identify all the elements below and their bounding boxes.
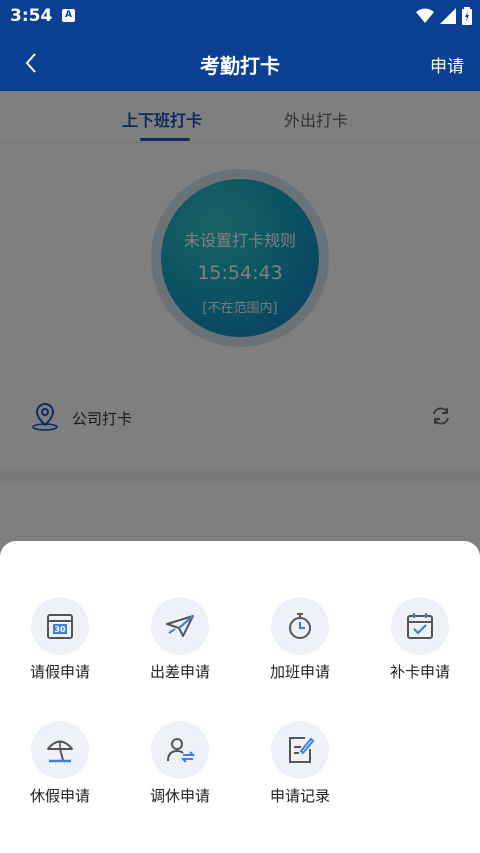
menu-item-compensatory-leave[interactable]: 调休申请 [120, 721, 240, 821]
menu-icon-circle: 30 [31, 597, 89, 655]
apply-button[interactable]: 申请 [430, 52, 464, 77]
menu-item-makeup-punch[interactable]: 补卡申请 [360, 597, 480, 697]
beach-umbrella-icon [47, 740, 73, 763]
menu-label: 调休申请 [149, 787, 210, 805]
menu-label: 出差申请 [149, 663, 210, 681]
signal-icon [440, 8, 456, 24]
user-swap-icon [167, 738, 195, 763]
menu-item-business-trip[interactable]: 出差申请 [120, 597, 240, 697]
stopwatch-icon [289, 613, 311, 639]
svg-text:30: 30 [54, 625, 66, 634]
status-icons [416, 7, 472, 25]
menu-label: 休假申请 [29, 787, 90, 805]
apply-menu-sheet: 30 请假申请 出差申请 加班申请 补卡申请 休假申请 调休申请 申请记录 [0, 541, 480, 853]
menu-icon-circle [271, 721, 329, 779]
menu-item-overtime[interactable]: 加班申请 [240, 597, 360, 697]
app-bar: 考勤打卡 申请 [0, 34, 480, 91]
status-time: 3:54 [10, 6, 53, 26]
status-bar: 3:54 A [0, 0, 480, 34]
menu-icon-circle [151, 721, 209, 779]
calendar-30-icon: 30 [47, 614, 73, 639]
menu-item-apply-records[interactable]: 申请记录 [240, 721, 360, 821]
menu-item-leave[interactable]: 30 请假申请 [0, 597, 120, 697]
document-edit-icon [289, 737, 315, 763]
menu-icon-circle [31, 721, 89, 779]
menu-label: 加班申请 [269, 663, 330, 681]
menu-item-vacation[interactable]: 休假申请 [0, 721, 120, 821]
calendar-check-icon [407, 613, 433, 639]
menu-icon-circle [271, 597, 329, 655]
page-title: 考勤打卡 [200, 54, 280, 78]
menu-label: 请假申请 [29, 663, 90, 681]
menu-label: 申请记录 [269, 787, 330, 805]
battery-icon [462, 7, 472, 25]
wifi-icon [416, 8, 434, 23]
notification-icon: A [62, 9, 75, 22]
menu-label: 补卡申请 [389, 663, 450, 681]
airplane-icon [166, 615, 194, 637]
menu-icon-circle [391, 597, 449, 655]
menu-icon-circle [151, 597, 209, 655]
